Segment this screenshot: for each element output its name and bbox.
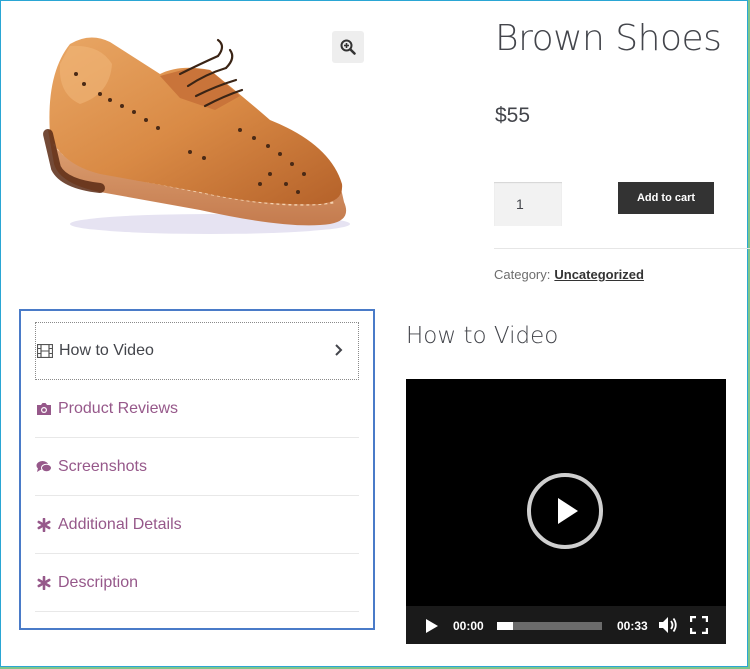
video-player[interactable]: 00:00 00:33 (406, 379, 726, 644)
product-tabs: How to Video Product Reviews Screenshots (35, 322, 359, 612)
tab-product-reviews[interactable]: Product Reviews (35, 380, 359, 438)
fullscreen-icon (690, 616, 708, 634)
play-icon (426, 619, 438, 633)
category-label: Category: (494, 267, 551, 282)
current-time: 00:00 (453, 619, 484, 633)
tab-how-to-video[interactable]: How to Video (35, 322, 359, 380)
asterisk-icon (35, 575, 53, 591)
tab-label: Additional Details (58, 515, 182, 533)
tab-label: Screenshots (58, 457, 147, 475)
tab-label: How to Video (59, 342, 154, 359)
play-icon (558, 498, 578, 524)
progress-fill (497, 622, 513, 630)
quantity-input[interactable] (494, 182, 562, 226)
play-pause-button[interactable] (425, 618, 439, 634)
camera-icon (35, 401, 53, 417)
tab-additional-details[interactable]: Additional Details (35, 496, 359, 554)
asterisk-icon (35, 517, 53, 533)
film-icon (36, 343, 54, 359)
product-image[interactable] (40, 34, 352, 240)
tab-screenshots[interactable]: Screenshots (35, 438, 359, 496)
add-to-cart-button[interactable]: Add to cart (618, 182, 714, 214)
zoom-in-icon (340, 39, 356, 55)
video-controls: 00:00 00:33 (406, 606, 726, 644)
volume-icon (659, 617, 677, 633)
tab-label: Product Reviews (58, 399, 179, 417)
big-play-button[interactable] (527, 473, 603, 549)
panel-title: How to Video (406, 323, 559, 349)
tab-label: Description (58, 573, 139, 591)
summary-divider (494, 248, 750, 249)
zoom-button[interactable] (332, 31, 364, 63)
category-link[interactable]: Uncategorized (554, 267, 644, 282)
shoe-illustration (43, 37, 350, 234)
progress-bar[interactable] (497, 622, 602, 630)
product-price: $55 (495, 104, 531, 127)
volume-button[interactable] (658, 616, 678, 634)
product-category: Category: Uncategorized (494, 267, 644, 282)
comments-icon (35, 459, 53, 475)
chevron-right-icon (334, 343, 344, 361)
duration: 00:33 (617, 619, 648, 633)
tab-description[interactable]: Description (35, 554, 359, 612)
fullscreen-button[interactable] (690, 616, 708, 634)
product-title: Brown Shoes (495, 18, 722, 59)
